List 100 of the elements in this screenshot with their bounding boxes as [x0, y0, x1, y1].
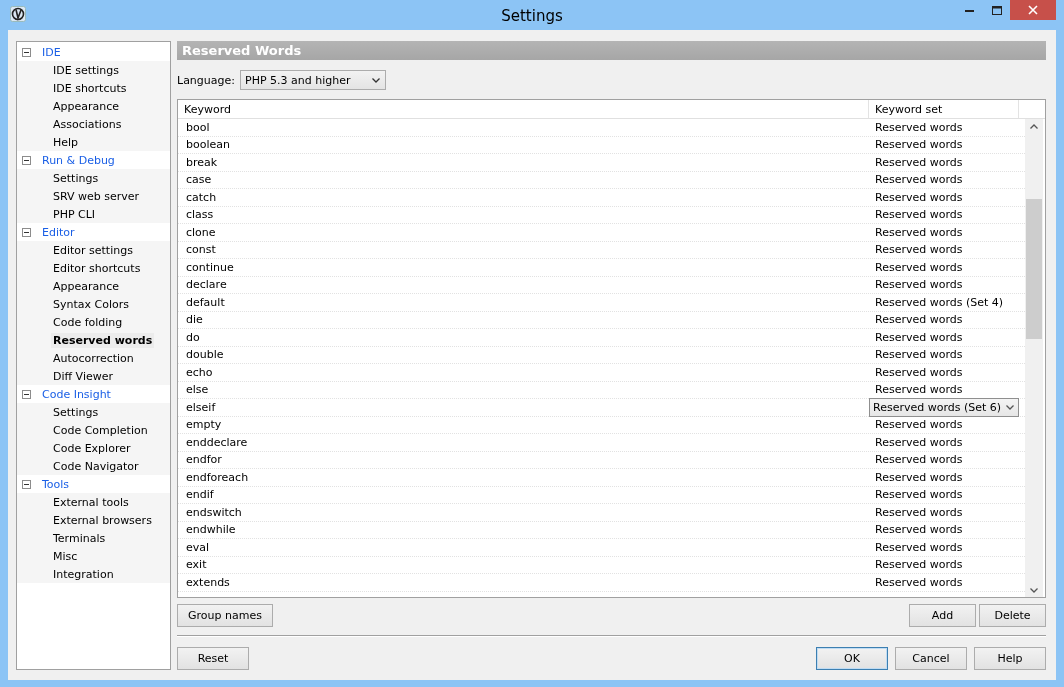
- keyword-cell-text: clone: [185, 224, 217, 241]
- tree-item[interactable]: Associations: [51, 116, 124, 132]
- scrollbar[interactable]: [1025, 119, 1043, 597]
- keyword-set-cell-text: Reserved words: [874, 172, 964, 188]
- tree-item[interactable]: Integration: [51, 566, 116, 582]
- window-title: Settings: [501, 7, 563, 25]
- keyword-cell-text: case: [185, 172, 213, 188]
- keyword-set-cell-text: Reserved words: [874, 277, 964, 293]
- column-header[interactable]: Keyword: [178, 100, 869, 118]
- tree-item[interactable]: External browsers: [51, 512, 154, 528]
- tree-item[interactable]: Misc: [51, 548, 80, 564]
- tree-item[interactable]: Settings: [51, 404, 101, 420]
- keyword-set-cell-text: Reserved words: [874, 522, 964, 538]
- tree-item[interactable]: External tools: [51, 494, 131, 510]
- keyword-cell-text: endwhile: [185, 522, 237, 538]
- keyword-set-cell-text: Reserved words: [874, 312, 964, 328]
- add-button[interactable]: Add: [909, 604, 976, 627]
- collapse-icon[interactable]: [22, 155, 31, 165]
- keyword-cell-text: else: [185, 382, 210, 398]
- collapse-icon[interactable]: [22, 47, 31, 57]
- keyword-set-cell-text: Reserved words: [874, 504, 964, 521]
- keyword-set-cell-text: Reserved words: [874, 469, 964, 486]
- tree-item[interactable]: Code Explorer: [51, 440, 133, 456]
- tree-item[interactable]: SRV web server: [51, 188, 142, 204]
- tree-item[interactable]: Reserved words: [51, 332, 155, 348]
- keyword-set-cell-text: Reserved words: [874, 259, 964, 276]
- keyword-set-cell-text: Reserved words: [874, 382, 964, 398]
- language-dropdown[interactable]: PHP 5.3 and higher: [240, 70, 386, 90]
- language-label: Language:: [177, 73, 235, 87]
- collapse-icon[interactable]: [22, 479, 31, 489]
- keyword-set-cell-text: Reserved words: [874, 434, 964, 451]
- close-icon[interactable]: [1028, 5, 1038, 15]
- keyword-cell-text: double: [185, 347, 225, 363]
- tree-item[interactable]: Settings: [51, 170, 101, 186]
- keyword-set-cell-text: Reserved words: [874, 137, 964, 153]
- keyword-cell-text: endfor: [185, 452, 223, 468]
- tree-item[interactable]: Terminals: [51, 530, 108, 546]
- scroll-up-icon[interactable]: [1030, 124, 1038, 129]
- ok-button[interactable]: OK: [816, 647, 888, 670]
- keyword-cell-text: die: [185, 312, 204, 328]
- tree-group[interactable]: Code Insight: [42, 387, 111, 401]
- tree-item[interactable]: Diff Viewer: [51, 368, 115, 384]
- panel-header: Reserved Words: [177, 41, 1046, 60]
- column-header[interactable]: Keyword set: [869, 100, 1019, 118]
- tree-item[interactable]: IDE shortcuts: [51, 80, 129, 96]
- tree-item[interactable]: Code Completion: [51, 422, 150, 438]
- chevron-down-icon: [1006, 405, 1014, 410]
- keyword-cell-text: default: [185, 294, 226, 311]
- tree-group[interactable]: Run & Debug: [42, 153, 115, 167]
- tree-item[interactable]: Appearance: [51, 98, 122, 114]
- tree-group[interactable]: IDE: [42, 45, 61, 59]
- tree-group[interactable]: Editor: [42, 225, 75, 239]
- keyword-set-cell-text: Reserved words: [874, 539, 964, 556]
- keyword-set-dropdown[interactable]: Reserved words (Set 6): [869, 398, 1019, 417]
- tree-item[interactable]: Help: [51, 134, 81, 150]
- tree-item[interactable]: Editor settings: [51, 242, 135, 258]
- keyword-set-cell-text: Reserved words: [874, 417, 964, 433]
- keyword-cell-text: const: [185, 242, 217, 258]
- keyword-cell-text: elseif: [185, 399, 217, 416]
- group-names-button[interactable]: Group names: [177, 604, 273, 627]
- tree-group[interactable]: Tools: [42, 477, 70, 491]
- minimize-icon[interactable]: [965, 8, 974, 12]
- collapse-icon[interactable]: [22, 389, 31, 399]
- tree-item[interactable]: Autocorrection: [51, 350, 136, 366]
- keyword-cell-text: class: [185, 207, 215, 223]
- chevron-down-icon: [372, 77, 380, 83]
- keyword-set-cell-text: Reserved words: [874, 364, 964, 381]
- keyword-cell-text: endswitch: [185, 504, 243, 521]
- keyword-set-cell-text: Reserved words: [874, 452, 964, 468]
- scroll-thumb[interactable]: [1026, 199, 1042, 339]
- keyword-cell-text: boolean: [185, 137, 231, 153]
- collapse-icon[interactable]: [22, 227, 31, 237]
- tree-item[interactable]: Syntax Colors: [51, 296, 131, 312]
- keyword-cell-text: exit: [185, 557, 208, 573]
- keyword-set-cell-text: Reserved words (Set 4): [874, 294, 1005, 311]
- keyword-set-cell-text: Reserved words: [874, 329, 964, 346]
- keyword-cell-text: do: [185, 329, 201, 346]
- keyword-cell-text: declare: [185, 277, 228, 293]
- keyword-set-cell-text: Reserved words: [874, 224, 964, 241]
- tree-item[interactable]: Code folding: [51, 314, 125, 330]
- help-button[interactable]: Help: [974, 647, 1046, 670]
- cancel-button[interactable]: Cancel: [895, 647, 967, 670]
- keyword-cell-text: endif: [185, 487, 215, 503]
- tree-item[interactable]: PHP CLI: [51, 206, 98, 222]
- keyword-cell-text: bool: [185, 119, 211, 136]
- keyword-set-cell-text: Reserved words: [874, 487, 964, 503]
- tree-item[interactable]: IDE settings: [51, 62, 122, 78]
- reset-button[interactable]: Reset: [177, 647, 249, 670]
- keyword-cell-text: break: [185, 154, 219, 171]
- keyword-set-cell-text: Reserved words: [874, 557, 964, 573]
- keyword-cell-text: catch: [185, 189, 218, 206]
- tree-item[interactable]: Appearance: [51, 278, 122, 294]
- tree-item[interactable]: Editor shortcuts: [51, 260, 143, 276]
- scroll-down-icon[interactable]: [1030, 588, 1038, 593]
- maximize-icon[interactable]: [991, 5, 1002, 15]
- keyword-cell-text: echo: [185, 364, 214, 381]
- delete-button[interactable]: Delete: [979, 604, 1046, 627]
- keyword-cell-text: eval: [185, 539, 211, 556]
- tree-item[interactable]: Code Navigator: [51, 458, 141, 474]
- keyword-set-cell-text: Reserved words: [874, 189, 964, 206]
